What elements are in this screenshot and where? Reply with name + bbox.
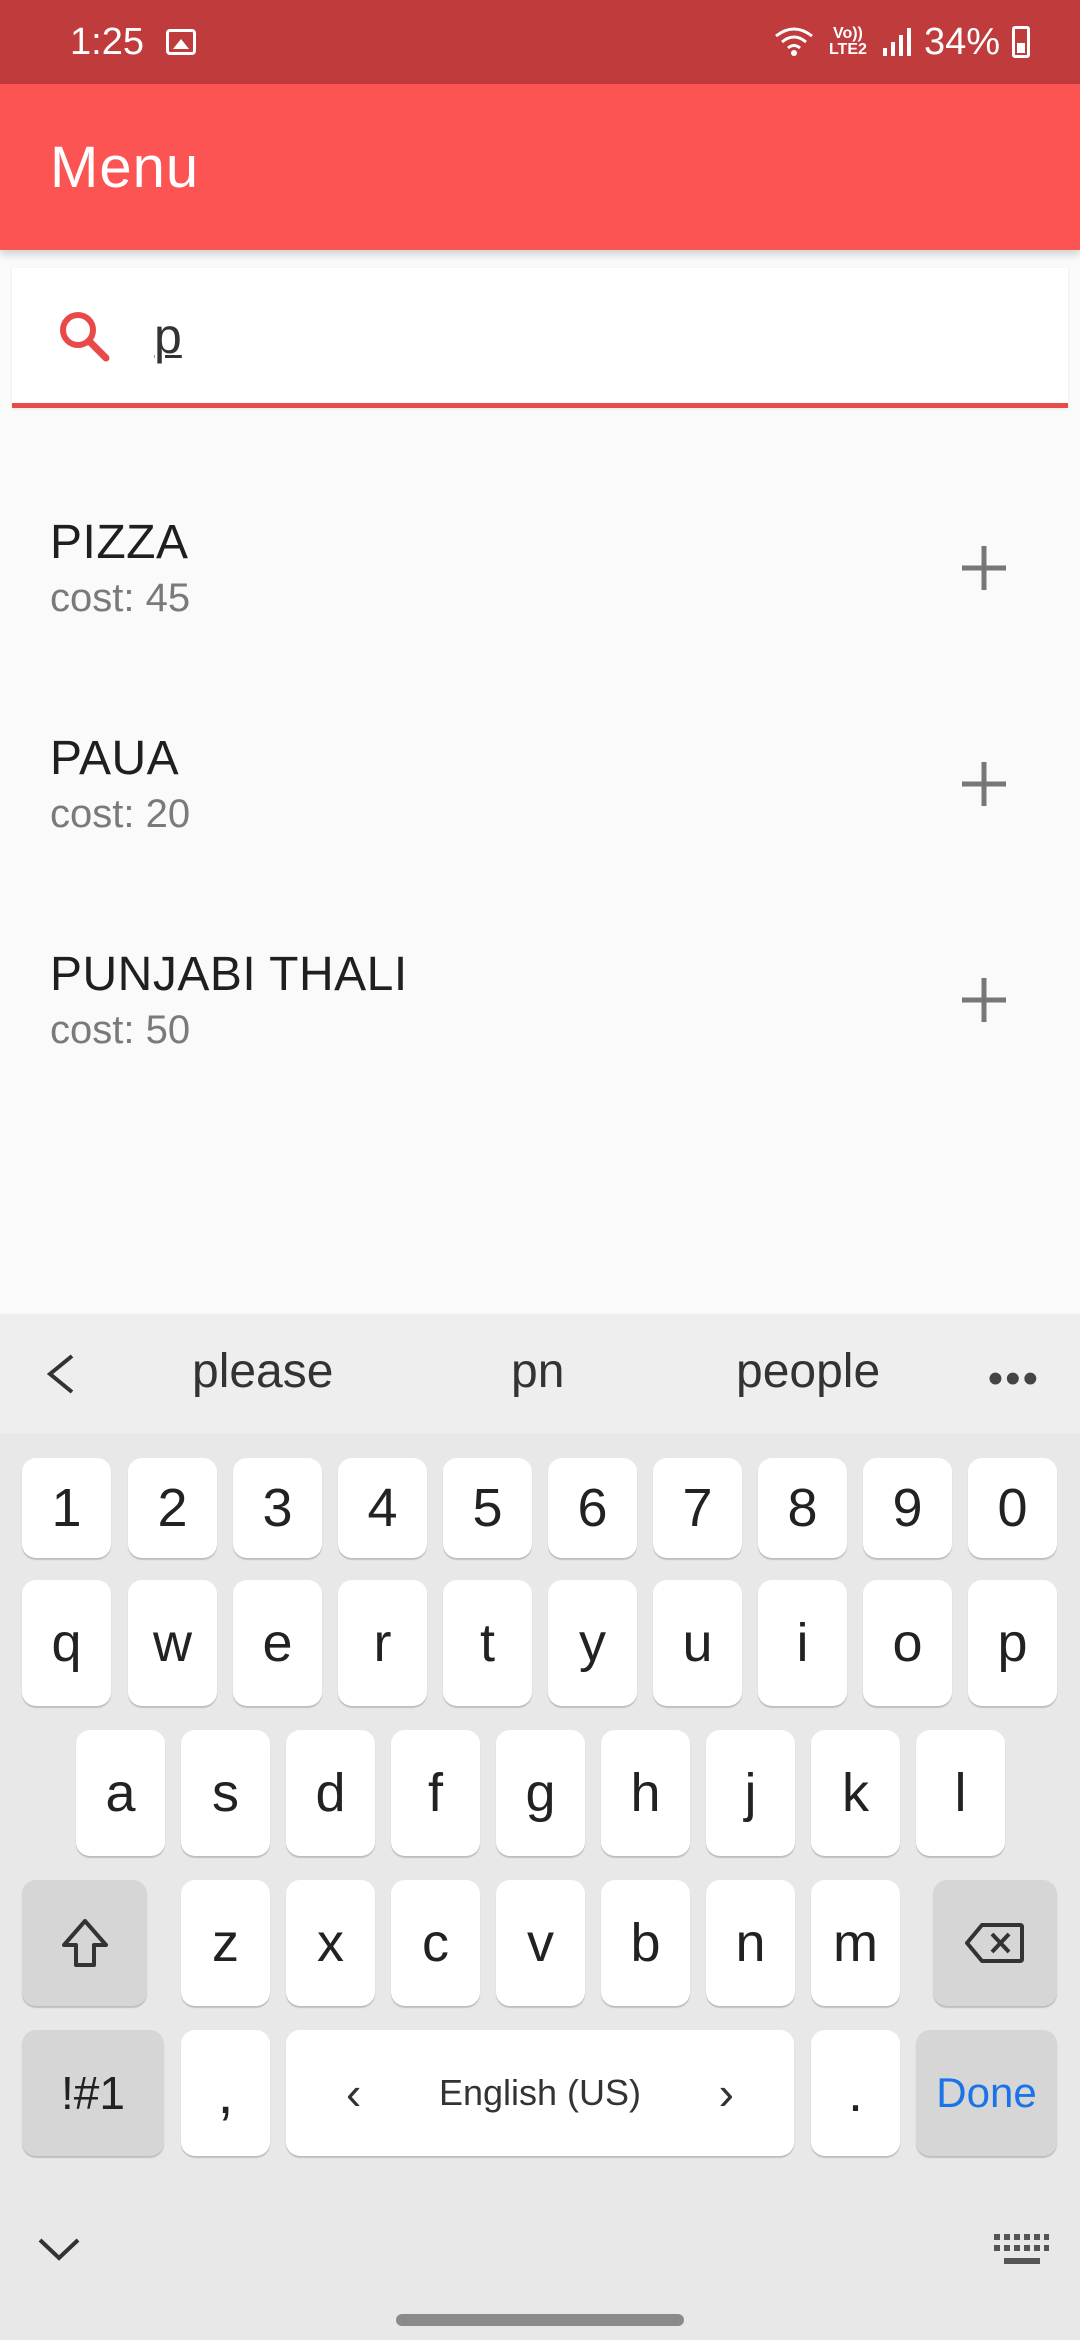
key-8[interactable]: 8 <box>758 1458 847 1558</box>
key-d[interactable]: d <box>286 1730 375 1856</box>
key-e[interactable]: e <box>233 1580 322 1706</box>
done-button[interactable]: Done <box>916 2030 1057 2156</box>
key-2[interactable]: 2 <box>128 1458 217 1558</box>
key-t[interactable]: t <box>443 1580 532 1706</box>
space-language-label: English (US) <box>438 2072 642 2113</box>
key-7[interactable]: 7 <box>653 1458 742 1558</box>
key-n[interactable]: n <box>706 1880 795 2006</box>
more-options-icon[interactable]: ••• <box>988 1354 1040 1404</box>
key-v[interactable]: v <box>496 1880 585 2006</box>
backspace-key[interactable] <box>933 1880 1057 2006</box>
key-g[interactable]: g <box>496 1730 585 1856</box>
status-time: 1:25 <box>70 20 144 63</box>
space-key[interactable]: ‹ English (US) › <box>286 2030 794 2156</box>
key-k[interactable]: k <box>811 1730 900 1856</box>
status-left: 1:25 <box>70 21 196 64</box>
list-item[interactable]: PUNJABI THALI cost: 50 <box>0 892 1080 1108</box>
chevron-left-icon[interactable] <box>42 1352 82 1396</box>
suggestion-please[interactable]: please <box>192 1344 333 1399</box>
item-name: PAUA <box>50 732 180 785</box>
key-x[interactable]: x <box>286 1880 375 2006</box>
key-p[interactable]: p <box>968 1580 1057 1706</box>
home-indicator[interactable] <box>396 2314 684 2326</box>
space-right-arrow: › <box>718 2067 734 2119</box>
space-left-arrow: ‹ <box>346 2067 362 2119</box>
key-3[interactable]: 3 <box>233 1458 322 1558</box>
key-o[interactable]: o <box>863 1580 952 1706</box>
app-bar: Menu <box>0 84 1080 250</box>
key-h[interactable]: h <box>601 1730 690 1856</box>
key-z[interactable]: z <box>181 1880 270 2006</box>
key-b[interactable]: b <box>601 1880 690 2006</box>
key-c[interactable]: c <box>391 1880 480 2006</box>
battery-percent: 34% <box>923 20 1000 63</box>
page-title: Menu <box>50 134 200 200</box>
volte-label: Vo)) LTE2 <box>828 25 867 58</box>
wifi-icon <box>775 27 813 56</box>
suggestion-people[interactable]: people <box>736 1344 880 1399</box>
item-cost: cost: 20 <box>50 792 191 836</box>
key-y[interactable]: y <box>548 1580 637 1706</box>
battery-icon <box>1012 26 1030 58</box>
key-w[interactable]: w <box>128 1580 217 1706</box>
key-j[interactable]: j <box>706 1730 795 1856</box>
item-text: PUNJABI THALI cost: 50 <box>50 947 408 1053</box>
search-bar[interactable] <box>12 268 1068 408</box>
key-a[interactable]: a <box>76 1730 165 1856</box>
signal-icon <box>882 28 911 56</box>
shift-icon <box>61 1919 108 1967</box>
gallery-notification-icon <box>165 29 196 55</box>
key-5[interactable]: 5 <box>443 1458 532 1558</box>
item-name: PUNJABI THALI <box>50 948 408 1001</box>
plus-icon <box>962 978 1006 1022</box>
key-9[interactable]: 9 <box>863 1458 952 1558</box>
search-icon <box>60 311 110 361</box>
list-item[interactable]: PIZZA cost: 45 <box>0 460 1080 676</box>
suggestion-pn[interactable]: pn <box>511 1344 564 1399</box>
key-f[interactable]: f <box>391 1730 480 1856</box>
key-comma[interactable]: , <box>181 2030 270 2156</box>
list-item[interactable]: PAUA cost: 20 <box>0 676 1080 892</box>
status-right: Vo)) LTE2 34% <box>774 21 1030 64</box>
add-item-button[interactable] <box>954 754 1014 814</box>
key-l[interactable]: l <box>916 1730 1005 1856</box>
chevron-down-icon[interactable] <box>36 2234 82 2264</box>
shift-key[interactable] <box>22 1880 147 2006</box>
status-bar: 1:25 Vo)) LTE2 34% <box>0 0 1080 84</box>
plus-icon <box>962 546 1006 590</box>
key-r[interactable]: r <box>338 1580 427 1706</box>
menu-list: PIZZA cost: 45 PAUA cost: 20 PUNJABI THA… <box>0 460 1080 1108</box>
symbols-key[interactable]: !#1 <box>22 2030 164 2156</box>
key-m[interactable]: m <box>811 1880 900 2006</box>
suggestion-bar: please pn people ••• <box>0 1314 1080 1434</box>
add-item-button[interactable] <box>954 538 1014 598</box>
item-cost: cost: 50 <box>50 1008 191 1052</box>
key-s[interactable]: s <box>181 1730 270 1856</box>
backspace-icon <box>965 1923 1024 1963</box>
key-period[interactable]: . <box>811 2030 900 2156</box>
key-0[interactable]: 0 <box>968 1458 1057 1558</box>
item-name: PIZZA <box>50 516 189 569</box>
key-1[interactable]: 1 <box>22 1458 111 1558</box>
item-text: PIZZA cost: 45 <box>50 515 190 621</box>
key-4[interactable]: 4 <box>338 1458 427 1558</box>
key-i[interactable]: i <box>758 1580 847 1706</box>
item-text: PAUA cost: 20 <box>50 731 190 837</box>
add-item-button[interactable] <box>954 970 1014 1030</box>
plus-icon <box>962 762 1006 806</box>
search-input[interactable] <box>154 306 1004 365</box>
key-u[interactable]: u <box>653 1580 742 1706</box>
item-cost: cost: 45 <box>50 576 191 620</box>
key-6[interactable]: 6 <box>548 1458 637 1558</box>
key-q[interactable]: q <box>22 1580 111 1706</box>
keyboard-icon[interactable] <box>992 2232 1050 2270</box>
soft-keyboard: please pn people ••• 1 2 3 4 5 6 7 8 9 0… <box>0 1314 1080 2340</box>
